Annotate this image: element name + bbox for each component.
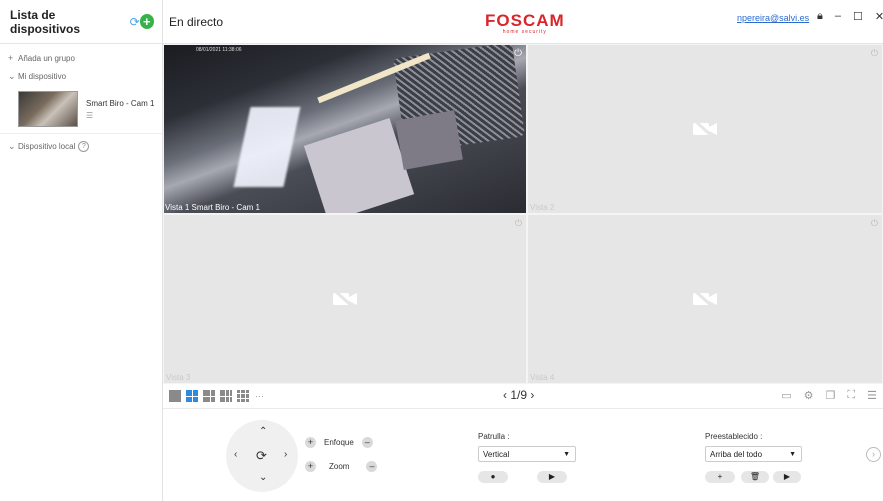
menu-icon[interactable]: ☰ (86, 111, 154, 120)
ptz-right-icon[interactable]: › (284, 449, 287, 460)
add-group-item[interactable]: + Añada un grupo (0, 49, 162, 67)
video-cell-3[interactable]: ⏻ Vista 3 (163, 214, 527, 384)
layout-1-icon[interactable] (169, 390, 181, 402)
minimize-button[interactable]: – (835, 10, 841, 23)
maximize-button[interactable]: ☐ (853, 10, 863, 23)
camera-off-icon (692, 289, 717, 309)
ptz-down-icon[interactable]: ⌄ (259, 472, 267, 483)
video-label: Vista 4 (530, 373, 555, 382)
chevron-down-icon: ⌄ (8, 140, 16, 151)
chevron-down-icon: ▼ (563, 451, 570, 458)
my-device-group[interactable]: ⌄ Mi dispositivo (0, 67, 162, 85)
power-icon[interactable]: ⏻ (871, 218, 878, 229)
add-device-button[interactable]: + (139, 14, 154, 29)
multi-window-icon[interactable]: ❐ (826, 389, 836, 402)
device-name: Smart Biro - Cam 1 (86, 98, 155, 108)
ptz-up-icon[interactable]: ⌃ (259, 426, 267, 437)
page-indicator: 1/9 (510, 388, 528, 402)
pager: ‹ 1/9 › (503, 388, 534, 402)
device-sidebar: Lista de dispositivos ⟳ + + Añada un gru… (0, 0, 163, 501)
chevron-down-icon: ⌄ (8, 70, 16, 81)
device-item[interactable]: Smart Biro - Cam 1 ☰ (18, 91, 162, 127)
layout-6-icon[interactable] (203, 390, 215, 402)
camera-off-icon (692, 119, 717, 139)
power-icon[interactable]: ⏻ (871, 48, 878, 59)
patrol-play-button[interactable]: ▶ (537, 471, 567, 483)
preset-play-button[interactable]: ▶ (773, 471, 801, 483)
zoom-minus-button[interactable]: – (366, 461, 378, 472)
video-label: Vista 3 (166, 373, 191, 382)
zoom-plus-button[interactable]: + (305, 461, 316, 472)
ptz-control[interactable]: ⌃ ‹ ⟳ › ⌄ (226, 420, 298, 492)
video-cell-2[interactable]: ⏻ Vista 2 (527, 44, 883, 214)
menu-icon[interactable]: ☰ (867, 389, 877, 402)
close-button[interactable]: ✕ (875, 10, 883, 23)
refresh-icon[interactable]: ⟳ (130, 15, 140, 29)
plus-icon: + (8, 53, 14, 63)
next-page-icon[interactable]: › (530, 388, 534, 402)
snapshot-icon[interactable]: ⚙ (804, 389, 814, 402)
video-cell-1[interactable]: 08/01/2021 11:38:06 ⏻ Vista 1 Smart Biro… (163, 44, 527, 214)
focus-minus-button[interactable]: – (361, 437, 373, 448)
more-layouts-icon[interactable]: ··· (255, 391, 264, 401)
ptz-left-icon[interactable]: ‹ (234, 449, 237, 460)
chevron-down-icon: ▼ (789, 451, 796, 458)
prev-page-icon[interactable]: ‹ (503, 388, 507, 402)
camera-off-icon (332, 289, 357, 309)
patrol-select[interactable]: Vertical ▼ (478, 446, 576, 462)
page-title: En directo (169, 14, 224, 29)
preset-delete-button[interactable]: 🗑︎ (741, 471, 769, 483)
focus-control: + Enfoque – (305, 437, 373, 448)
sidebar-title: Lista de dispositivos (10, 7, 81, 36)
add-group-label: Añada un grupo (18, 53, 75, 63)
video-grid: 08/01/2021 11:38:06 ⏻ Vista 1 Smart Biro… (163, 44, 883, 384)
video-label: Vista 1 Smart Biro - Cam 1 (165, 203, 260, 212)
my-device-label: Mi dispositivo (18, 71, 67, 81)
patrol-label: Patrulla : (478, 432, 510, 441)
top-bar: En directo FOSCAM home security npereira… (163, 0, 883, 44)
layout-8-icon[interactable] (220, 390, 232, 402)
video-label: Vista 2 (530, 203, 555, 212)
power-icon[interactable]: ⏻ (515, 218, 522, 229)
power-icon[interactable]: ⏻ (514, 48, 522, 59)
local-device-group[interactable]: ⌄ Dispositivo local ? (0, 137, 162, 155)
next-panel-button[interactable]: › (866, 447, 881, 462)
preset-select[interactable]: Arriba del todo ▼ (705, 446, 802, 462)
user-account-link[interactable]: npereira@salvi.es (737, 13, 809, 23)
stream-icon[interactable]: ▭ (781, 389, 791, 402)
focus-label: Enfoque (324, 438, 354, 447)
patrol-stop-button[interactable]: ● (478, 471, 508, 483)
device-thumbnail (18, 91, 78, 127)
ptz-center-icon[interactable]: ⟳ (256, 448, 267, 464)
layout-9-icon[interactable] (237, 390, 249, 402)
local-device-label: Dispositivo local (18, 141, 76, 151)
layout-toolbar: ··· ‹ 1/9 › ▭ ⚙ ❐ ⛶ ☰ (163, 384, 883, 409)
focus-plus-button[interactable]: + (305, 437, 316, 448)
zoom-control: + Zoom – (305, 461, 378, 472)
foscam-logo: FOSCAM home security (485, 11, 565, 35)
zoom-label: Zoom (329, 462, 350, 471)
lock-icon[interactable]: 🔒︎ (817, 10, 823, 23)
preset-label: Preestablecido : (705, 432, 763, 441)
video-timestamp: 08/01/2021 11:38:06 (196, 47, 242, 53)
layout-4-icon[interactable] (186, 390, 198, 402)
fullscreen-icon[interactable]: ⛶ (847, 389, 855, 402)
video-cell-4[interactable]: ⏻ Vista 4 (527, 214, 883, 384)
help-icon[interactable]: ? (78, 140, 90, 152)
sidebar-header: Lista de dispositivos ⟳ + (0, 0, 162, 44)
preset-add-button[interactable]: + (705, 471, 735, 483)
